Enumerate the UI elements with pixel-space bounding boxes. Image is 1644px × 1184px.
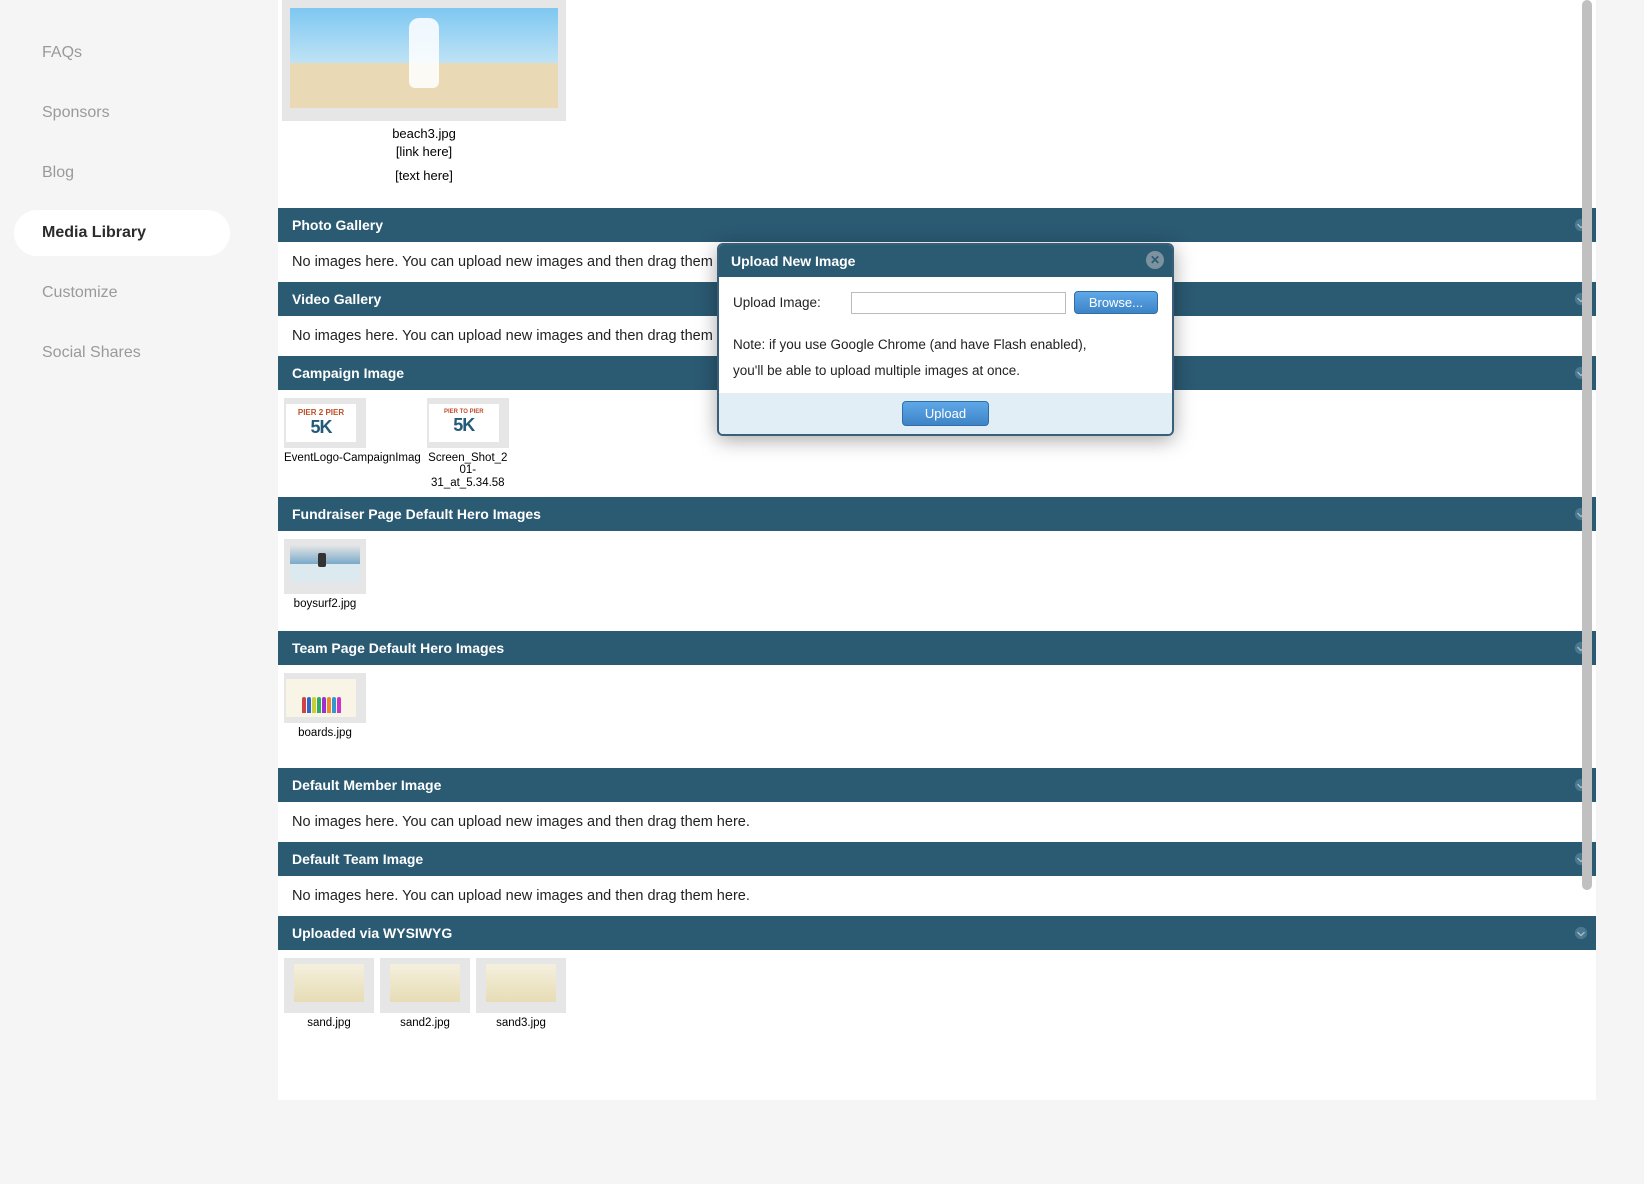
sidebar-item-media-library[interactable]: Media Library — [14, 210, 230, 256]
campaign-thumb-item[interactable]: PIER 2 PIER5K EventLogo-CampaignImag — [284, 398, 421, 490]
sidebar-item-label: Sponsors — [42, 104, 110, 121]
main-content: beach3.jpg [link here] [text here] Photo… — [278, 0, 1596, 1100]
thumb-label: sand.jpg — [284, 1017, 374, 1030]
browse-button[interactable]: Browse... — [1074, 291, 1158, 314]
modal-footer: Upload — [719, 393, 1172, 434]
section-title: Team Page Default Hero Images — [292, 640, 504, 656]
fundraiser-hero-row: boysurf2.jpg — [278, 531, 1596, 619]
campaign-thumb-item[interactable]: PIER TO PIER5K Screen_Shot_2 01- 31_at_5… — [427, 398, 509, 490]
default-team-empty: No images here. You can upload new image… — [278, 876, 1596, 916]
section-wysiwyg[interactable]: Uploaded via WYSIWYG — [278, 916, 1596, 950]
thumb-label: sand3.jpg — [476, 1017, 566, 1030]
thumb-label: Screen_Shot_2 01- 31_at_5.34.58 — [427, 452, 509, 490]
upload-form-row: Upload Image: Browse... — [733, 291, 1158, 314]
banner-filename: beach3.jpg — [282, 125, 566, 143]
banner-text-placeholder: [text here] — [282, 167, 566, 185]
banner-meta: beach3.jpg [link here] [text here] — [282, 121, 566, 188]
wysiwyg-thumb-item[interactable]: sand2.jpg — [380, 958, 470, 1030]
sidebar-item-label: Media Library — [42, 224, 146, 241]
banner-image — [290, 8, 558, 108]
section-title: Default Member Image — [292, 777, 441, 793]
sidebar-item-label: Customize — [42, 284, 118, 301]
modal-title: Upload New Image — [731, 253, 855, 269]
modal-note-line2: you'll be able to upload multiple images… — [733, 358, 1158, 384]
sidebar-item-sponsors[interactable]: Sponsors — [0, 90, 230, 136]
banner-image-card[interactable] — [282, 0, 566, 121]
team-hero-row: boards.jpg — [278, 665, 1596, 748]
section-title: Default Team Image — [292, 851, 423, 867]
modal-note: Note: if you use Google Chrome (and have… — [733, 332, 1158, 383]
logo-thumbnail: PIER 2 PIER5K — [286, 404, 356, 442]
section-team-hero[interactable]: Team Page Default Hero Images — [278, 631, 1596, 665]
upload-image-input[interactable] — [851, 292, 1066, 314]
modal-title-bar: Upload New Image ✕ — [719, 245, 1172, 277]
wysiwyg-row: sand.jpg sand2.jpg sand3.jpg — [278, 950, 1596, 1038]
scrollbar-thumb[interactable] — [1582, 0, 1592, 890]
section-title: Photo Gallery — [292, 217, 383, 233]
team-thumb-item[interactable]: boards.jpg — [284, 673, 366, 740]
section-title: Video Gallery — [292, 291, 381, 307]
section-fundraiser-hero[interactable]: Fundraiser Page Default Hero Images — [278, 497, 1596, 531]
section-title: Campaign Image — [292, 365, 404, 381]
scrollbar[interactable] — [1580, 0, 1594, 1100]
upload-button[interactable]: Upload — [902, 401, 989, 426]
upload-image-modal: Upload New Image ✕ Upload Image: Browse.… — [717, 243, 1174, 436]
modal-note-line1: Note: if you use Google Chrome (and have… — [733, 332, 1158, 358]
section-default-team[interactable]: Default Team Image — [278, 842, 1596, 876]
logo-thumbnail: PIER TO PIER5K — [429, 404, 499, 442]
sand-thumbnail — [294, 964, 364, 1002]
close-icon[interactable]: ✕ — [1146, 251, 1164, 269]
fundraiser-thumb-item[interactable]: boysurf2.jpg — [284, 539, 366, 611]
section-title: Fundraiser Page Default Hero Images — [292, 506, 541, 522]
thumb-label: boysurf2.jpg — [284, 598, 366, 611]
sidebar-item-social-shares[interactable]: Social Shares — [0, 330, 230, 376]
section-photo-gallery[interactable]: Photo Gallery — [278, 208, 1596, 242]
default-member-empty: No images here. You can upload new image… — [278, 802, 1596, 842]
section-title: Uploaded via WYSIWYG — [292, 925, 452, 941]
sidebar-item-label: Social Shares — [42, 344, 141, 361]
sidebar-item-blog[interactable]: Blog — [0, 150, 230, 196]
sidebar-item-customize[interactable]: Customize — [0, 270, 230, 316]
thumb-label: boards.jpg — [284, 727, 366, 740]
boysurf-thumbnail — [290, 545, 360, 583]
thumb-label: EventLogo-CampaignImag — [284, 452, 421, 465]
sidebar-item-label: Blog — [42, 164, 74, 181]
modal-body: Upload Image: Browse... Note: if you use… — [719, 277, 1172, 393]
thumb-label: sand2.jpg — [380, 1017, 470, 1030]
sidebar-item-label: FAQs — [42, 44, 82, 61]
upload-image-label: Upload Image: — [733, 295, 843, 310]
banner-link-placeholder: [link here] — [282, 143, 566, 161]
wysiwyg-thumb-item[interactable]: sand.jpg — [284, 958, 374, 1030]
sand-thumbnail — [390, 964, 460, 1002]
sidebar: FAQs Sponsors Blog Media Library Customi… — [0, 0, 230, 1184]
boards-thumbnail — [286, 679, 356, 717]
sand-thumbnail — [486, 964, 556, 1002]
section-default-member[interactable]: Default Member Image — [278, 768, 1596, 802]
sidebar-item-faqs[interactable]: FAQs — [0, 30, 230, 76]
wysiwyg-thumb-item[interactable]: sand3.jpg — [476, 958, 566, 1030]
